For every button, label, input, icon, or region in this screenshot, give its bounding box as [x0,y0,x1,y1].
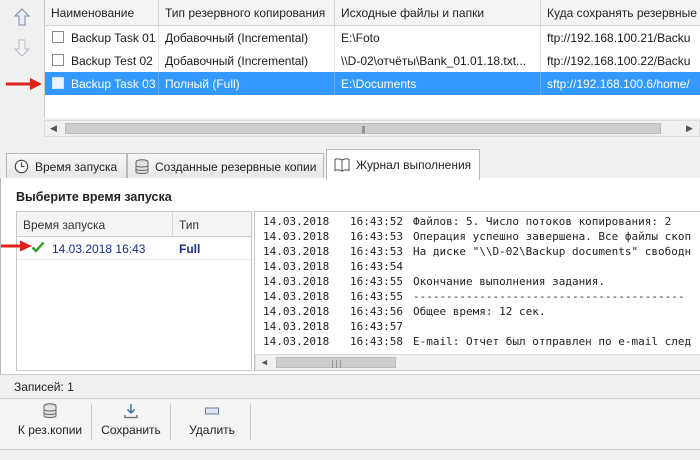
book-icon [334,158,350,172]
grid-horizontal-scrollbar[interactable]: ◀ ||| ▶ [44,120,700,137]
run-type: Full [179,242,201,256]
task-source: E:\Foto [335,26,541,49]
status-bar [0,374,700,399]
task-destination: ftp://192.168.100.22/Backu [541,49,700,72]
tab-label: Время запуска [35,159,118,174]
task-source: E:\Documents [335,72,541,95]
task-name: Backup Test 02 [71,54,153,68]
annotation-arrow-icon [6,78,42,90]
annotation-arrow-icon [1,240,32,252]
scroll-thumb[interactable]: ||| [276,357,396,368]
log-horizontal-scrollbar[interactable]: ◀ ||| [255,354,700,370]
scroll-thumb[interactable]: ||| [65,123,661,134]
task-source: \\D-02\отчёты\Bank_01.01.18.txt... [335,49,541,72]
column-header-type[interactable]: Тип [173,212,251,237]
task-row[interactable]: Backup Test 02 Добавочный (Incremental) … [45,49,700,72]
reorder-panel [0,0,44,140]
download-icon [124,404,138,419]
clock-icon [14,159,29,174]
tab-label: Журнал выполнения [356,158,472,172]
task-type: Добавочный (Incremental) [159,26,335,49]
move-up-button[interactable] [12,7,32,27]
toolbar-divider [250,404,251,440]
records-count: Записей: 1 [14,380,74,394]
delete-button[interactable]: Удалить [176,403,248,445]
task-row[interactable]: Backup Task 01 Добавочный (Incremental) … [45,26,700,49]
toolbar-divider [170,404,171,440]
task-checkbox[interactable] [52,77,64,89]
run-time: 14.03.2018 16:43 [52,242,146,256]
task-destination: ftp://192.168.100.21/Backu [541,26,700,49]
task-type: Добавочный (Incremental) [159,49,335,72]
run-times-list: Время запуска Тип 14.03.2018 16:43 Full [16,211,252,371]
tab-execution-log[interactable]: Журнал выполнения [326,149,480,180]
database-icon [43,403,57,418]
tab-run-time[interactable]: Время запуска [6,153,127,179]
arrow-down-icon [14,39,30,57]
task-name: Backup Task 01 [71,31,156,45]
scroll-right-icon[interactable]: ▶ [681,121,698,136]
column-header-name[interactable]: Наименование [45,0,159,26]
save-button[interactable]: Сохранить [96,403,166,445]
scroll-left-icon[interactable]: ◀ [45,121,62,136]
database-icon [135,158,149,174]
button-label: К рез.копии [17,423,83,437]
task-type: Полный (Full) [159,72,335,95]
go-to-backup-button[interactable]: К рез.копии [12,403,88,445]
section-title: Выберите время запуска [16,190,172,204]
task-destination: sftp://192.168.100.6/home/ [541,72,700,95]
delete-icon [205,407,219,415]
tab-strip: Время запуска Созданные резервные копии … [0,147,700,180]
run-row[interactable]: 14.03.2018 16:43 Full [17,237,251,260]
button-label: Удалить [189,423,235,437]
tab-label: Созданные резервные копии [155,159,317,174]
column-header-source[interactable]: Исходные файлы и папки [335,0,541,26]
tasks-grid: Наименование Тип резервного копирования … [44,0,700,118]
execution-log[interactable]: 14.03.2018 16:43:52 Файлов: 5. Число поток… [254,211,700,371]
move-down-button[interactable] [12,38,32,58]
task-checkbox[interactable] [52,54,64,66]
tab-created-backups[interactable]: Созданные резервные копии [127,153,324,179]
column-header-destination[interactable]: Куда сохранять резервные [541,0,700,26]
toolbar-divider [91,404,92,440]
task-row-selected[interactable]: Backup Task 03 Полный (Full) E:\Document… [45,72,700,95]
button-label: Сохранить [101,423,161,437]
task-checkbox[interactable] [52,31,64,43]
task-name: Backup Task 03 [71,77,156,91]
scroll-left-icon[interactable]: ◀ [256,355,273,370]
column-header-run-time[interactable]: Время запуска [17,212,173,237]
arrow-up-icon [14,8,30,26]
column-header-type[interactable]: Тип резервного копирования [159,0,335,26]
